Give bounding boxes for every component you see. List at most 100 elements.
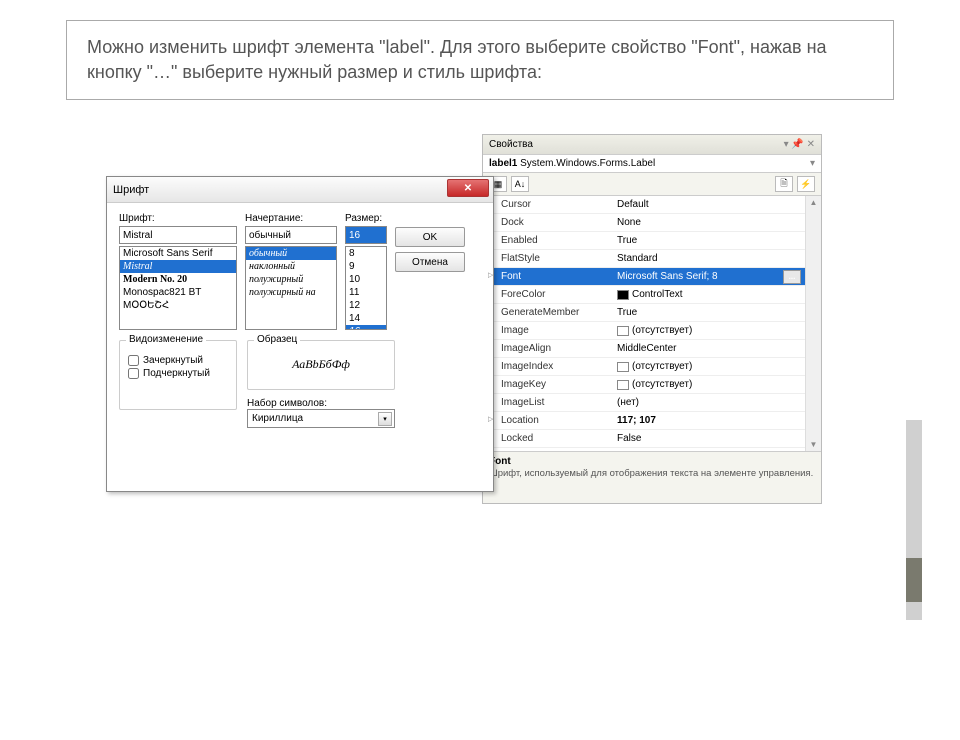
property-row[interactable]: CursorDefault	[483, 196, 805, 214]
property-row[interactable]: LockedFalse	[483, 430, 805, 448]
size-label: Размер:	[345, 213, 387, 224]
titlebar[interactable]: Шрифт ✕	[107, 177, 493, 203]
property-key: Cursor	[483, 199, 613, 210]
property-key: FlatStyle	[483, 253, 613, 264]
empty-box-icon	[617, 380, 629, 390]
property-row[interactable]: ImageList(нет)	[483, 394, 805, 412]
panel-icons[interactable]: ▾ 📌 ✕	[784, 139, 815, 150]
list-item[interactable]: наклонный	[246, 260, 336, 273]
charset-combo[interactable]: Кириллица▾	[247, 409, 395, 428]
strike-cb[interactable]	[128, 355, 139, 366]
list-item[interactable]: 8	[346, 247, 386, 260]
property-row[interactable]: ImageKey(отсутствует)	[483, 376, 805, 394]
property-row[interactable]: ImageIndex(отсутствует)	[483, 358, 805, 376]
color-swatch	[617, 290, 629, 300]
property-value[interactable]: False	[613, 433, 805, 444]
list-item[interactable]: МՕՕԵՇՀ	[120, 299, 236, 312]
charset-block: Набор символов: Кириллица▾	[247, 398, 395, 428]
header-text: Можно изменить шрифт элемента "label". Д…	[87, 35, 873, 85]
list-item[interactable]: полужирный на	[246, 286, 336, 299]
property-row[interactable]: FontMicrosoft Sans Serif; 8...	[483, 268, 805, 286]
property-key: Image	[483, 325, 613, 336]
style-input[interactable]: обычный	[245, 226, 337, 244]
size-list[interactable]: 8 9 10 11 12 14 16	[345, 246, 387, 330]
scroll-down-icon[interactable]: ▼	[810, 440, 818, 449]
ok-button[interactable]: OK	[395, 227, 465, 247]
slide-scrollbar-thumb[interactable]	[906, 558, 922, 602]
property-key: ForeColor	[483, 289, 613, 300]
dialog-title: Шрифт	[113, 184, 149, 196]
list-item[interactable]: Modern No. 20	[120, 273, 236, 286]
list-item[interactable]: 10	[346, 273, 386, 286]
property-value[interactable]: (отсутствует)	[613, 325, 805, 336]
size-input[interactable]: 16	[345, 226, 387, 244]
property-row[interactable]: ForeColorControlText	[483, 286, 805, 304]
sample-legend: Образец	[254, 334, 300, 345]
ellipsis-button[interactable]: ...	[783, 270, 801, 284]
chevron-down-icon: ▾	[810, 158, 815, 169]
list-item[interactable]: 14	[346, 312, 386, 325]
property-key: ImageList	[483, 397, 613, 408]
props-description: Font Шрифт, используемый для отображения…	[483, 451, 821, 503]
props-toolbar: ▦ A↓ 🗎 ⚡	[483, 173, 821, 196]
font-dialog: Шрифт ✕ Шрифт: Mistral Microsoft Sans Se…	[106, 176, 494, 492]
property-value[interactable]: (отсутствует)	[613, 379, 805, 390]
property-row[interactable]: Location117; 107	[483, 412, 805, 430]
property-key: ImageIndex	[483, 361, 613, 372]
font-input[interactable]: Mistral	[119, 226, 237, 244]
props-tab-button[interactable]: 🗎	[775, 176, 793, 192]
list-item[interactable]: Microsoft Sans Serif	[120, 247, 236, 260]
font-list[interactable]: Microsoft Sans Serif Mistral Modern No. …	[119, 246, 237, 330]
property-value[interactable]: MiddleCenter	[613, 343, 805, 354]
property-value[interactable]: 117; 107	[613, 415, 805, 426]
property-value[interactable]: Standard	[613, 253, 805, 264]
font-column: Шрифт: Mistral Microsoft Sans Serif Mist…	[119, 213, 237, 330]
under-cb[interactable]	[128, 368, 139, 379]
property-row[interactable]: GenerateMemberTrue	[483, 304, 805, 322]
empty-box-icon	[617, 362, 629, 372]
list-item[interactable]: Mistral	[120, 260, 236, 273]
property-value[interactable]: True	[613, 235, 805, 246]
props-object-selector[interactable]: label1 System.Windows.Forms.Label ▾	[483, 155, 821, 173]
dialog-body: Шрифт: Mistral Microsoft Sans Serif Mist…	[107, 203, 493, 438]
property-row[interactable]: FlatStyleStandard	[483, 250, 805, 268]
property-row[interactable]: ImageAlignMiddleCenter	[483, 340, 805, 358]
scrollbar[interactable]: ▲▼	[805, 196, 821, 451]
property-value[interactable]: Microsoft Sans Serif; 8...	[613, 270, 805, 284]
property-value[interactable]: None	[613, 217, 805, 228]
property-value[interactable]: (отсутствует)	[613, 361, 805, 372]
properties-grid[interactable]: CursorDefaultDockNoneEnabledTrueFlatStyl…	[483, 196, 805, 451]
underline-checkbox[interactable]: Подчеркнутый	[128, 368, 228, 379]
property-value[interactable]: (нет)	[613, 397, 805, 408]
top-row: Шрифт: Mistral Microsoft Sans Serif Mist…	[119, 213, 481, 330]
property-row[interactable]: Image(отсутствует)	[483, 322, 805, 340]
property-row[interactable]: DockNone	[483, 214, 805, 232]
property-value[interactable]: ControlText	[613, 289, 805, 300]
effects-group: Видоизменение Зачеркнутый Подчеркнутый	[119, 340, 237, 410]
props-grid-wrap: CursorDefaultDockNoneEnabledTrueFlatStyl…	[483, 196, 821, 451]
chevron-down-icon: ▾	[378, 412, 392, 426]
list-item[interactable]: полужирный	[246, 273, 336, 286]
list-item[interactable]: 9	[346, 260, 386, 273]
property-key: Locked	[483, 433, 613, 444]
font-label: Шрифт:	[119, 213, 237, 224]
cancel-button[interactable]: Отмена	[395, 252, 465, 272]
props-title: Свойства	[489, 139, 533, 150]
property-key: Dock	[483, 217, 613, 228]
close-button[interactable]: ✕	[447, 179, 489, 197]
empty-box-icon	[617, 326, 629, 336]
effects-legend: Видоизменение	[126, 334, 206, 345]
list-item[interactable]: 12	[346, 299, 386, 312]
list-item[interactable]: Monospac821 BT	[120, 286, 236, 299]
property-row[interactable]: EnabledTrue	[483, 232, 805, 250]
strike-checkbox[interactable]: Зачеркнутый	[128, 355, 228, 366]
list-item[interactable]: обычный	[246, 247, 336, 260]
scroll-up-icon[interactable]: ▲	[810, 198, 818, 207]
style-list[interactable]: обычный наклонный полужирный полужирный …	[245, 246, 337, 330]
props-titlebar[interactable]: Свойства ▾ 📌 ✕	[483, 135, 821, 155]
events-tab-button[interactable]: ⚡	[797, 176, 815, 192]
property-value[interactable]: True	[613, 307, 805, 318]
property-value[interactable]: Default	[613, 199, 805, 210]
alpha-button[interactable]: A↓	[511, 176, 529, 192]
list-item[interactable]: 11	[346, 286, 386, 299]
